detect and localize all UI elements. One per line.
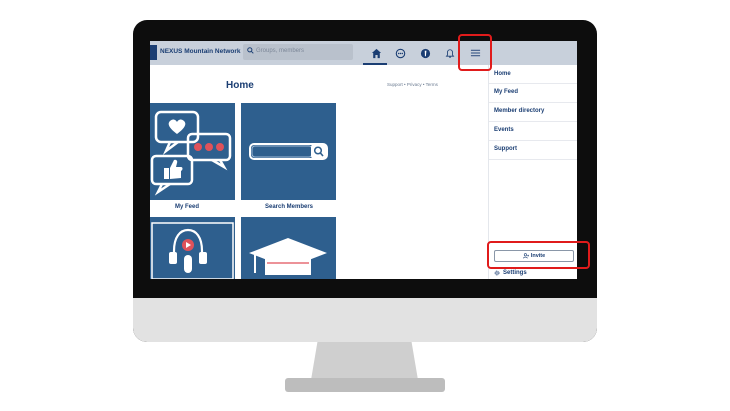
sidebar-item-home[interactable]: Home [494, 71, 511, 77]
divider [489, 102, 577, 103]
tile-label[interactable]: Search Members [265, 204, 313, 210]
search-input[interactable]: Groups, members [243, 44, 353, 60]
sidebar-item-support[interactable]: Support [494, 146, 517, 152]
menu-highlight-box [458, 34, 492, 71]
nexus-logo-icon [420, 48, 430, 58]
home-icon [371, 48, 381, 58]
notifications-button[interactable] [441, 44, 459, 62]
bell-icon [445, 48, 455, 58]
podcast-tile[interactable] [150, 217, 235, 279]
podcast-illustration-icon [151, 222, 234, 279]
divider [489, 83, 577, 84]
invite-highlight-box [487, 241, 590, 269]
sidebar-item-events[interactable]: Events [494, 127, 514, 133]
search-members-tile[interactable] [241, 103, 336, 200]
tile-label[interactable]: My Feed [175, 204, 199, 210]
main-content: Home Support • Privacy • Terms My Feed S… [150, 65, 488, 279]
graduation-cap-icon [249, 238, 327, 275]
brand-name[interactable]: NEXUS Mountain Network [160, 48, 241, 55]
chat-icon [395, 48, 405, 58]
logo-icon[interactable] [150, 45, 157, 60]
feed-illustration-icon [150, 110, 232, 196]
sidebar-item-my-feed[interactable]: My Feed [494, 89, 518, 95]
chat-nav-button[interactable] [391, 44, 409, 62]
monitor-stand-neck [311, 342, 418, 380]
search-placeholder: Groups, members [256, 48, 305, 54]
footer-links[interactable]: Support • Privacy • Terms [387, 82, 438, 87]
top-nav: NEXUS Mountain Network Groups, members [150, 41, 577, 65]
courses-tile[interactable] [241, 217, 336, 279]
search-illustration-icon [249, 143, 328, 160]
home-nav-button[interactable] [367, 44, 385, 62]
page-title: Home [226, 80, 254, 91]
sidebar-item-member-directory[interactable]: Member directory [494, 108, 544, 114]
divider [489, 121, 577, 122]
monitor-stand-base [285, 378, 445, 392]
gear-icon [494, 270, 500, 276]
divider [489, 159, 577, 160]
settings-link[interactable]: Settings [494, 270, 527, 276]
nexus-nav-button[interactable] [416, 44, 434, 62]
divider [489, 140, 577, 141]
settings-label: Settings [503, 270, 527, 276]
my-feed-tile[interactable] [150, 103, 235, 200]
monitor-chin [133, 298, 597, 342]
search-icon [247, 47, 254, 54]
